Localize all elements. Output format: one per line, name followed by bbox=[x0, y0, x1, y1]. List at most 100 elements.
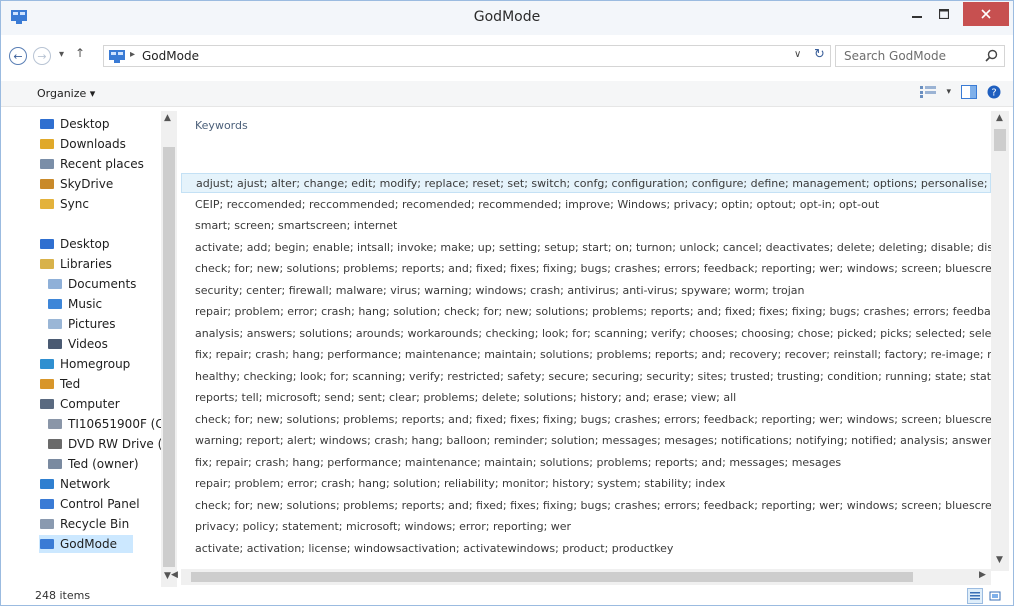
nav-item-homegroup[interactable]: Homegroup bbox=[39, 355, 130, 373]
file-list: Keywords adjust; ajust; alter; change; e… bbox=[181, 111, 991, 571]
nav-item-network[interactable]: Network bbox=[39, 475, 110, 493]
navigation-pane: Desktop Downloads Recent places SkyDrive Syn… bbox=[1, 111, 179, 587]
nav-item-label: Ted (owner) bbox=[68, 457, 139, 471]
content-horizontal-scrollbar[interactable]: ◀ ▶ bbox=[171, 569, 991, 585]
nav-item-documents[interactable]: Documents bbox=[47, 275, 136, 293]
videos-icon bbox=[48, 339, 62, 349]
nav-item-recycle-bin[interactable]: Recycle Bin bbox=[39, 515, 129, 533]
scroll-left-icon[interactable]: ◀ bbox=[171, 570, 178, 580]
list-item[interactable]: fix; repair; crash; hang; performance; m… bbox=[181, 345, 991, 365]
list-item[interactable]: repair; problem; error; crash; hang; sol… bbox=[181, 474, 991, 494]
large-icons-view-button[interactable] bbox=[987, 588, 1003, 604]
godmode-folder-icon bbox=[109, 50, 125, 63]
nav-item-desktop[interactable]: Desktop bbox=[39, 235, 110, 253]
user-folder-icon bbox=[48, 459, 62, 469]
list-item[interactable]: check; for; new; solutions; problems; re… bbox=[181, 410, 991, 430]
navigation-scroll-thumb[interactable] bbox=[163, 147, 175, 567]
downloads-icon bbox=[40, 139, 54, 149]
address-dropdown-icon[interactable]: ∨ bbox=[794, 49, 801, 60]
list-item[interactable]: analysis; answers; solutions; arounds; w… bbox=[181, 324, 991, 344]
nav-item-downloads[interactable]: Downloads bbox=[39, 135, 126, 153]
nav-item-music[interactable]: Music bbox=[47, 295, 102, 313]
status-bar: 248 items bbox=[1, 587, 1013, 605]
scroll-down-icon[interactable]: ▼ bbox=[164, 571, 171, 581]
list-item[interactable]: fix; repair; crash; hang; performance; m… bbox=[181, 453, 991, 473]
list-item[interactable]: security; center; firewall; malware; vir… bbox=[181, 281, 991, 301]
nav-item-label: Downloads bbox=[60, 137, 126, 151]
nav-item-recent-places[interactable]: Recent places bbox=[39, 155, 144, 173]
minimize-button[interactable] bbox=[903, 2, 931, 26]
sync-icon bbox=[40, 199, 54, 209]
nav-item-ted-owner[interactable]: Ted (owner) bbox=[47, 455, 139, 473]
nav-item-label: Music bbox=[68, 297, 103, 311]
content-scroll-down-icon[interactable]: ▼ bbox=[996, 555, 1003, 565]
search-input[interactable]: Search GodMode bbox=[844, 49, 946, 63]
address-bar[interactable]: ▸ GodMode ∨ ↻ bbox=[103, 45, 831, 67]
close-button[interactable] bbox=[963, 2, 1009, 26]
back-button[interactable]: ← bbox=[9, 47, 27, 65]
nav-item-control-panel[interactable]: Control Panel bbox=[39, 495, 140, 513]
maximize-button[interactable] bbox=[931, 2, 957, 26]
nav-item-ted[interactable]: Ted bbox=[39, 375, 80, 393]
address-row: ← → ▾ ↑ ▸ GodMode ∨ ↻ Search GodMode bbox=[1, 41, 1013, 71]
change-view-icon[interactable] bbox=[920, 86, 937, 98]
list-item[interactable]: warning; report; alert; windows; crash; … bbox=[181, 431, 991, 451]
desktop-icon bbox=[40, 119, 54, 129]
list-item[interactable]: CEIP; reccomended; reccommended; recomen… bbox=[181, 195, 991, 215]
recent-locations-chevron-icon[interactable]: ▾ bbox=[59, 49, 64, 60]
list-item[interactable]: smart; screen; smartscreen; internet bbox=[181, 216, 991, 236]
content-scroll-up-icon[interactable]: ▲ bbox=[996, 113, 1003, 123]
libraries-icon bbox=[40, 259, 54, 269]
nav-item-videos[interactable]: Videos bbox=[47, 335, 108, 353]
homegroup-icon bbox=[40, 359, 54, 369]
preview-pane-icon[interactable] bbox=[961, 85, 977, 99]
up-arrow-icon[interactable]: ↑ bbox=[75, 46, 85, 60]
nav-item-label: Videos bbox=[68, 337, 108, 351]
scroll-up-icon[interactable]: ▲ bbox=[164, 113, 171, 123]
recycle-bin-icon bbox=[40, 519, 54, 529]
list-item[interactable]: privacy; policy; statement; microsoft; w… bbox=[181, 517, 991, 537]
nav-item-label: Desktop bbox=[60, 117, 110, 131]
recent-places-icon bbox=[40, 159, 54, 169]
content-horizontal-scroll-thumb[interactable] bbox=[191, 572, 913, 582]
list-item[interactable]: check; for; new; solutions; problems; re… bbox=[181, 496, 991, 516]
nav-item-dvd-rw-drive[interactable]: DVD RW Drive ( bbox=[47, 435, 162, 453]
forward-button[interactable]: → bbox=[33, 47, 51, 65]
details-view-button[interactable] bbox=[967, 588, 983, 604]
nav-item-label: Network bbox=[60, 477, 111, 491]
nav-item-skydrive[interactable]: SkyDrive bbox=[39, 175, 113, 193]
godmode-icon bbox=[40, 539, 54, 549]
forward-arrow-icon: → bbox=[37, 49, 47, 63]
list-item[interactable]: reports; tell; microsoft; send; sent; cl… bbox=[181, 388, 991, 408]
content-vertical-scrollbar[interactable]: ▲ ▼ bbox=[991, 111, 1009, 571]
organize-menu[interactable]: Organize ▾ bbox=[37, 87, 95, 100]
maximize-icon bbox=[939, 9, 949, 19]
search-box[interactable]: Search GodMode bbox=[835, 45, 1005, 67]
help-icon[interactable]: ? bbox=[987, 85, 1001, 99]
skydrive-icon bbox=[40, 179, 54, 189]
view-options-chevron-icon[interactable]: ▾ bbox=[946, 87, 951, 97]
nav-item-pictures[interactable]: Pictures bbox=[47, 315, 116, 333]
list-item[interactable]: adjust; ajust; alter; change; edit; modi… bbox=[181, 173, 991, 193]
navigation-scrollbar[interactable]: ▲ ▼ bbox=[161, 111, 177, 587]
nav-item-computer[interactable]: Computer bbox=[39, 395, 120, 413]
item-count: 248 items bbox=[35, 589, 91, 602]
list-item[interactable]: activate; add; begin; enable; intsall; i… bbox=[181, 238, 991, 258]
nav-item-ti10651900f-c[interactable]: TI10651900F (C: bbox=[47, 415, 168, 433]
nav-item-sync[interactable]: Sync bbox=[39, 195, 89, 213]
refresh-icon[interactable]: ↻ bbox=[814, 47, 825, 62]
nav-item-libraries[interactable]: Libraries bbox=[39, 255, 112, 273]
list-item[interactable]: activate; activation; license; windowsac… bbox=[181, 539, 991, 559]
nav-item-label: Computer bbox=[60, 397, 120, 411]
list-item[interactable]: repair; problem; error; crash; hang; sol… bbox=[181, 302, 991, 322]
list-item[interactable]: check; for; new; solutions; problems; re… bbox=[181, 259, 991, 279]
list-item[interactable]: healthy; checking; look; for; scanning; … bbox=[181, 367, 991, 387]
content-vertical-scroll-thumb[interactable] bbox=[994, 129, 1006, 151]
computer-icon bbox=[40, 399, 54, 409]
nav-item-godmode[interactable]: GodMode bbox=[39, 535, 133, 553]
search-icon[interactable] bbox=[985, 49, 998, 62]
breadcrumb-current[interactable]: GodMode bbox=[142, 49, 199, 63]
nav-item-desktop[interactable]: Desktop bbox=[39, 115, 110, 133]
scroll-right-icon[interactable]: ▶ bbox=[979, 570, 986, 580]
column-header-keywords[interactable]: Keywords bbox=[195, 119, 248, 132]
